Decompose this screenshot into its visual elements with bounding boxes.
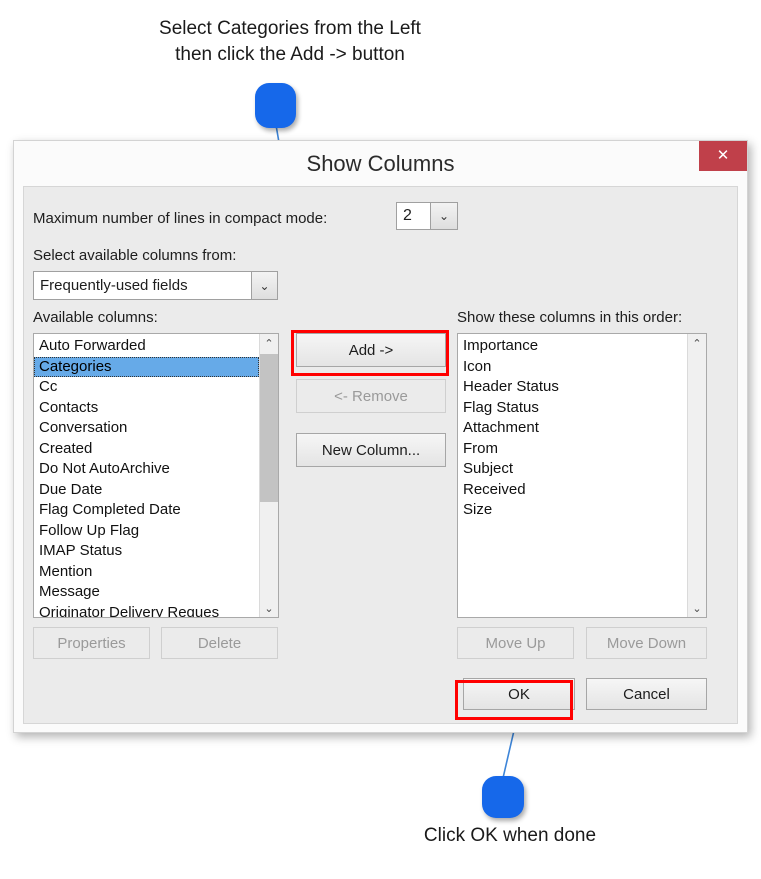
list-item[interactable]: Message <box>34 582 259 603</box>
max-lines-label: Maximum number of lines in compact mode: <box>33 210 328 227</box>
new-column-button[interactable]: New Column... <box>296 433 446 467</box>
list-item[interactable]: Auto Forwarded <box>34 336 259 357</box>
available-columns-source-value: Frequently-used fields <box>40 277 188 294</box>
shown-columns-label: Show these columns in this order: <box>457 309 683 326</box>
list-item[interactable]: Created <box>34 439 259 460</box>
scrollbar-thumb[interactable] <box>260 354 278 502</box>
list-item[interactable]: Received <box>458 480 687 501</box>
list-item[interactable]: IMAP Status <box>34 541 259 562</box>
scroll-up-icon[interactable]: ⌃ <box>688 334 706 352</box>
list-item[interactable]: Icon <box>458 357 687 378</box>
properties-button[interactable]: Properties <box>33 627 150 659</box>
list-item[interactable]: Mention <box>34 562 259 583</box>
chevron-down-icon[interactable]: ⌄ <box>430 203 457 229</box>
list-item[interactable]: From <box>458 439 687 460</box>
annotation-bottom-text: Click OK when done <box>423 825 597 846</box>
dialog-titlebar: Show Columns ✕ <box>14 141 747 186</box>
shown-columns-listbox[interactable]: Importance Icon Header Status Flag Status At… <box>457 333 707 618</box>
callout-dot-top <box>255 83 296 128</box>
max-lines-value: 2 <box>403 207 412 224</box>
list-item[interactable]: Flag Completed Date <box>34 500 259 521</box>
available-columns-listbox[interactable]: Auto Forwarded Categories Cc Contacts Conver… <box>33 333 279 618</box>
move-down-button[interactable]: Move Down <box>586 627 707 659</box>
shown-columns-scrollbar[interactable]: ⌃ ⌄ <box>687 334 706 617</box>
list-item[interactable]: Header Status <box>458 377 687 398</box>
move-up-button[interactable]: Move Up <box>457 627 574 659</box>
list-item[interactable]: Cc <box>34 377 259 398</box>
list-item[interactable]: Attachment <box>458 418 687 439</box>
available-columns-items: Auto Forwarded Categories Cc Contacts Conver… <box>34 334 259 617</box>
chevron-down-icon[interactable]: ⌄ <box>251 272 277 299</box>
add-button[interactable]: Add -> <box>296 333 446 367</box>
list-item[interactable]: Do Not AutoArchive <box>34 459 259 480</box>
list-item[interactable]: Contacts <box>34 398 259 419</box>
shown-columns-items: Importance Icon Header Status Flag Status At… <box>458 334 687 617</box>
list-item[interactable]: Due Date <box>34 480 259 501</box>
dialog-body-panel: Maximum number of lines in compact mode:… <box>23 186 738 724</box>
dialog-title: Show Columns <box>306 151 455 176</box>
scroll-down-icon[interactable]: ⌄ <box>260 599 278 617</box>
scroll-up-icon[interactable]: ⌃ <box>260 334 278 352</box>
list-item[interactable]: Size <box>458 500 687 521</box>
list-item[interactable]: Flag Status <box>458 398 687 419</box>
remove-button[interactable]: <- Remove <box>296 379 446 413</box>
cancel-button[interactable]: Cancel <box>586 678 707 710</box>
annotation-top-text: Select Categories from the Left then cli… <box>159 18 421 65</box>
callout-dot-bottom <box>482 776 524 818</box>
ok-button[interactable]: OK <box>463 678 575 710</box>
delete-button[interactable]: Delete <box>161 627 278 659</box>
list-item[interactable]: Importance <box>458 336 687 357</box>
close-icon[interactable]: ✕ <box>699 141 747 171</box>
list-item[interactable]: Conversation <box>34 418 259 439</box>
available-columns-scrollbar[interactable]: ⌃ ⌄ <box>259 334 278 617</box>
available-columns-label: Available columns: <box>33 309 158 326</box>
list-item[interactable]: Categories <box>34 356 259 377</box>
show-columns-dialog: Show Columns ✕ Maximum number of lines i… <box>13 140 748 733</box>
list-item[interactable]: Originator Delivery Reques <box>34 603 259 618</box>
select-available-from-label: Select available columns from: <box>33 247 237 264</box>
available-columns-source-select[interactable]: Frequently-used fields ⌄ <box>33 271 278 300</box>
list-item[interactable]: Follow Up Flag <box>34 521 259 542</box>
max-lines-spinner[interactable]: 2 ⌄ <box>396 202 458 230</box>
list-item[interactable]: Subject <box>458 459 687 480</box>
scroll-down-icon[interactable]: ⌄ <box>688 599 706 617</box>
